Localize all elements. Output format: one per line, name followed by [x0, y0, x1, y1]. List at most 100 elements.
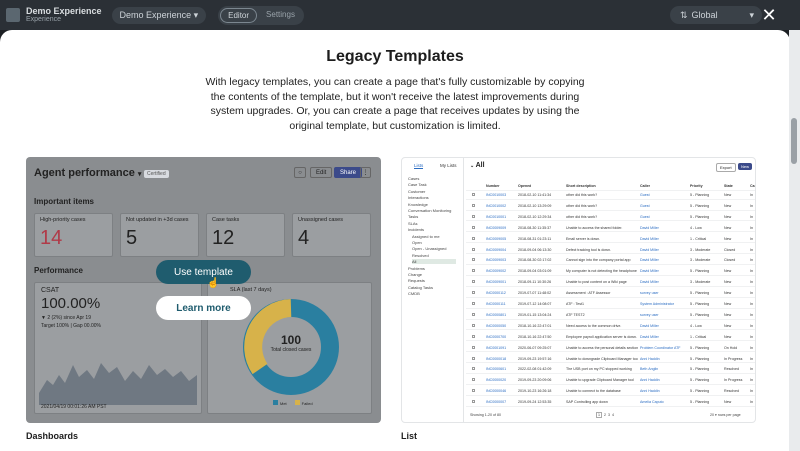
scope-select[interactable]: ⇅ Global ▾ [670, 6, 762, 24]
settings-mode-button[interactable]: Settings [259, 8, 302, 23]
csat-label: CSAT [41, 287, 60, 294]
table-cell: David Miller [640, 225, 659, 230]
table-cell: Problem Coordinator ATF [640, 345, 681, 350]
experience-select[interactable]: Demo Experience ▾ [111, 6, 207, 24]
table-cell: In [750, 214, 753, 219]
col-priority: Priority [690, 184, 703, 188]
page-4: 4 [612, 413, 614, 417]
table-cell: INC0010003 [486, 193, 507, 197]
table-cell: Cannot sign into the company portal app [566, 258, 631, 263]
table-row: INC0009002 2018-09-04 03:01:09 My computer… [466, 267, 755, 276]
scope-label: Global [691, 10, 718, 20]
cursor-icon: ☝ [207, 278, 220, 289]
per-page: 20 ▾ rows per page [710, 413, 741, 417]
table-cell: Anni Haddin [640, 356, 660, 361]
list-nav-item: Customer [408, 188, 426, 194]
table-cell: 5 - Planning [690, 291, 710, 296]
app-title-block: Demo Experience Experience [26, 7, 102, 24]
table-cell: David Miller [640, 258, 659, 263]
app-subtitle: Experience [26, 16, 62, 23]
table-cell: Closed [724, 258, 736, 263]
col-caller: Caller [640, 184, 650, 188]
table-row: INC0010002 2018-02-10 13:29:09 other did t… [466, 202, 755, 211]
legend-failed: Failed [294, 400, 313, 406]
table-cell: 2018-08-31 01:23:11 [518, 236, 552, 241]
kpi-unassigned: Unassigned cases 4 [292, 213, 371, 257]
row-checkbox [472, 367, 475, 371]
table-cell: 2018-02-10 11:41:34 [518, 193, 552, 197]
table-cell: In [750, 193, 753, 197]
list-nav-item: Open [412, 240, 422, 245]
table-cell: 5 - Planning [690, 389, 710, 394]
table-row: INC0000020 2019-09-23 20:09:06 Unable to u… [466, 376, 755, 385]
list-nav-item: Open - Unassigned [412, 246, 447, 252]
table-row: INC0000050 2018-10-16 22:47:01 Need access… [466, 322, 755, 331]
table-cell: 5 - Planning [690, 269, 710, 274]
row-checkbox [472, 193, 475, 196]
list-nav-item: Catalog Tasks [408, 284, 434, 290]
list-header-row: Number Opened Short description Caller P… [466, 182, 755, 191]
kpi-value: 4 [298, 227, 310, 249]
table-cell: Unable to upgrade Clipboard Manager tool [566, 378, 634, 383]
table-cell: INC0001091 [486, 345, 507, 350]
row-checkbox [472, 269, 475, 273]
pagination: 1 2 3 4 [596, 412, 614, 418]
table-cell: INC0000601 [486, 367, 507, 372]
close-icon[interactable]: ✕ [760, 5, 778, 25]
row-checkbox [472, 225, 475, 229]
kpi-label: Unassigned cases [298, 217, 343, 223]
table-row: INC0000700 2018-10-16 22:47:50 Employee pa… [466, 333, 755, 342]
modal-scrollbar[interactable] [789, 30, 800, 451]
table-cell: David Miller [640, 236, 659, 241]
table-cell: Unable to access the personal details se… [566, 345, 638, 350]
learn-more-button[interactable]: Learn more [156, 296, 251, 320]
row-checkbox [472, 345, 475, 349]
list-nav-item: Assigned to me [412, 233, 440, 239]
list-preview-main: ⌄ All Export New Number Opened Short des… [466, 158, 755, 422]
dashboard-template-card[interactable]: Agent performance ▾ Certified ○ Edit Sha… [26, 157, 381, 423]
sla-label: SLA (last 7 days) [230, 287, 272, 293]
row-checkbox [472, 247, 475, 251]
dashboard-edit-button: Edit [310, 167, 333, 178]
row-checkbox [472, 334, 475, 338]
table-cell: In Progress [724, 356, 743, 361]
table-cell: New [724, 203, 732, 208]
table-cell: Unable to access the shared folder. [566, 225, 623, 230]
table-cell: 2019-01-15 13:04:24 [518, 312, 552, 317]
row-checkbox [472, 236, 475, 240]
list-nav-item: Interactions [408, 195, 429, 201]
table-cell: 2019-09-24 12:53:35 [518, 400, 552, 405]
tab-lists: Lists [414, 163, 424, 169]
table-cell: INC0000020 [486, 378, 507, 383]
table-cell: Unable to connect to the database [566, 389, 621, 394]
use-template-button[interactable]: Use template [156, 260, 251, 284]
modal-title: Legacy Templates [326, 48, 464, 65]
table-cell: 2018-10-16 22:47:01 [518, 323, 552, 328]
table-cell: 2019-10-23 16:26:18 [518, 389, 552, 394]
chevron-down-icon: ▾ [193, 9, 199, 20]
list-caption: List [401, 431, 418, 441]
kpi-value: 12 [212, 227, 235, 249]
table-cell: INC0000112 [486, 291, 506, 296]
table-cell: 2018-10-16 22:47:50 [518, 334, 552, 339]
editor-mode-button[interactable]: Editor [220, 7, 258, 23]
row-checkbox [472, 280, 475, 284]
col-opened: Opened [518, 184, 532, 188]
list-template-card[interactable]: Lists My Lists Cases Case Task Customer Int… [401, 157, 756, 423]
table-cell: In [750, 280, 753, 285]
table-cell: 2019-07-07 11:48:02 [518, 291, 552, 296]
list-nav-item: Case Task [408, 182, 427, 188]
per-page-label: rows per page [717, 413, 741, 417]
list-nav-item: CMDB [408, 291, 420, 297]
table-cell: New [724, 323, 732, 328]
kpi-value: 14 [40, 227, 63, 249]
table-cell: In [750, 389, 753, 394]
table-cell: Unable to post content on a Wiki page [566, 280, 627, 285]
row-checkbox [472, 214, 475, 218]
table-row: INC0000801 2019-01-15 13:04:24 ATF TEST2 su… [466, 311, 755, 320]
table-cell: New [724, 334, 732, 339]
list-nav-item: Resolved [412, 252, 429, 258]
table-cell: other did this work? [566, 214, 598, 219]
scrollbar-thumb[interactable] [791, 118, 797, 164]
table-row: INC0000007 2019-09-24 12:53:35 SAP Control… [466, 398, 755, 407]
